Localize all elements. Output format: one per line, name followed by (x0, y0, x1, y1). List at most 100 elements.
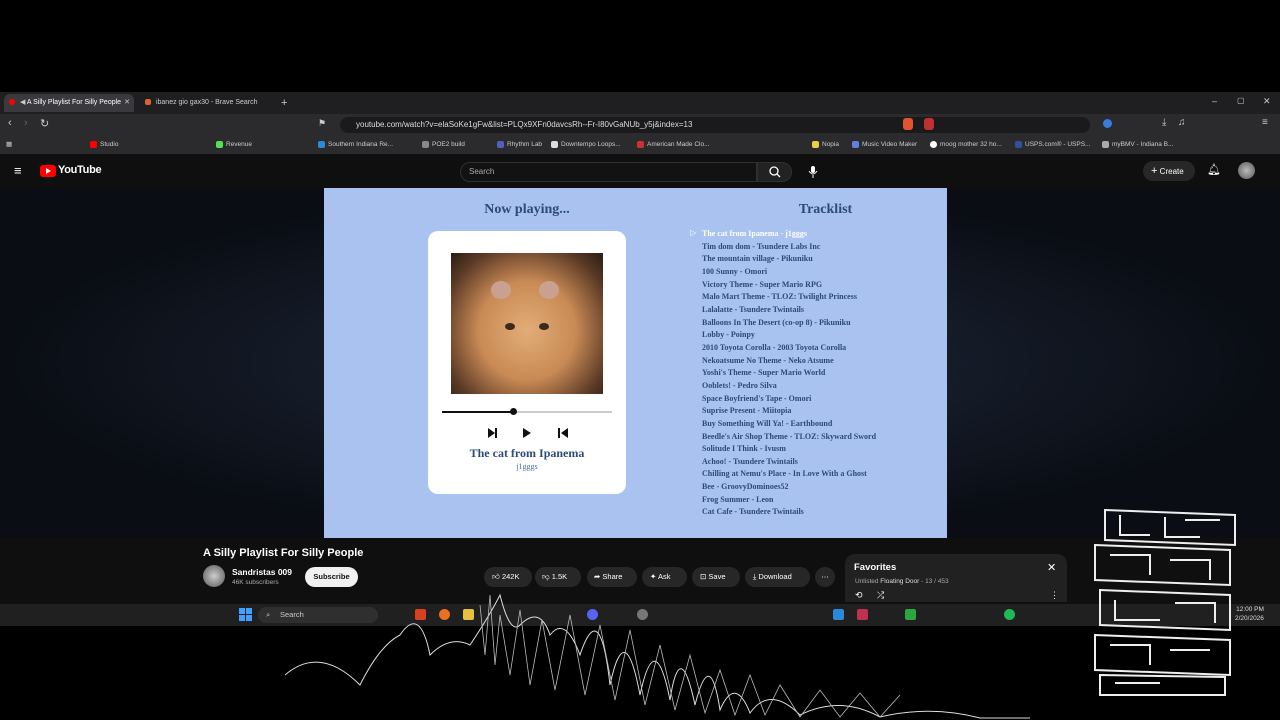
track-item[interactable]: Nekoatsume No Theme - Neko Atsume (702, 355, 876, 368)
cat-ear-left (491, 281, 511, 299)
tab-silly-playlist[interactable]: ◀︎ A Silly Playlist For Silly People ✕ (4, 94, 134, 112)
bookmark-southern-indiana[interactable]: Southern Indiana Re... (318, 136, 393, 154)
bookmark-poe2-build[interactable]: POE2 build (422, 136, 465, 154)
previous-track-icon (558, 428, 568, 438)
song-progress-bar[interactable] (442, 408, 612, 415)
brave-shields-icon[interactable] (903, 118, 913, 130)
taskbar-search-icon: ⌕ (266, 610, 271, 619)
download-icon[interactable]: ⤓ (1162, 117, 1166, 128)
track-item[interactable]: Suprise Present - Miitopia (702, 405, 876, 418)
hamburger-menu-icon[interactable]: ≡ (14, 163, 22, 178)
new-tab-button[interactable]: + (281, 94, 287, 112)
bookmark-mybmv[interactable]: myBMV - Indiana B... (1102, 136, 1173, 154)
track-item[interactable]: 2010 Toyota Corolla - 2003 Toyota Coroll… (702, 342, 876, 355)
music-icon[interactable]: ♫ (1178, 117, 1186, 128)
track-item[interactable]: The cat from Ipanema - j1gggs (702, 228, 876, 241)
bookmark-moog-mother[interactable]: moog mother 32 ho... (930, 136, 1002, 154)
maximize-button[interactable]: ▢ (1237, 96, 1245, 105)
search-input[interactable]: Search (460, 162, 757, 182)
bookmark-icon[interactable]: ⚑ (318, 118, 326, 129)
bookmark-revenue[interactable]: Revenue (216, 136, 252, 154)
track-item[interactable]: Space Boyfriend's Tape - Omori (702, 393, 876, 406)
music-player-card: The cat from Ipanema j1gggs (428, 231, 626, 494)
track-item[interactable]: The mountain village - Pikuniku (702, 253, 876, 266)
next-track-icon (488, 428, 497, 438)
youtube-favicon-icon (9, 99, 15, 106)
bookmark-downtempo-loops[interactable]: Downtempo Loops... (551, 136, 621, 154)
playlist-more-icon[interactable]: ⋮ (1050, 590, 1059, 601)
brave-rewards-icon[interactable] (924, 118, 934, 130)
plus-icon: + (1151, 165, 1158, 177)
track-item[interactable]: Lalalatte - Tsundere Twintails (702, 304, 876, 317)
reload-icon[interactable]: ↻ (40, 117, 49, 130)
search-button[interactable] (757, 162, 792, 182)
subscriber-count: 46K subscribers (232, 579, 279, 586)
song-artist: j1gggs (516, 462, 538, 471)
track-item[interactable]: Balloons In The Desert (co-op 8) - Pikun… (702, 317, 876, 330)
close-window-button[interactable]: ✕ (1263, 96, 1271, 107)
bookmark-studio[interactable]: Studio (90, 136, 118, 154)
bookmark-rhythm-lab[interactable]: Rhythm Lab (497, 136, 542, 154)
notifications-bell-icon[interactable]: 🔔︎ (1207, 163, 1221, 176)
cat-eye-left (505, 323, 515, 330)
video-player[interactable]: Now playing... Tracklist The cat from Ip… (324, 188, 947, 538)
tab-title: A Silly Playlist For Silly People (26, 99, 122, 106)
voice-search-icon[interactable] (806, 164, 820, 180)
progress-fill (442, 411, 514, 413)
bookmark-american-made[interactable]: American Made Clo... (637, 136, 710, 154)
bookmark-usps[interactable]: USPS.com® - USPS... (1015, 136, 1090, 154)
account-avatar[interactable] (1238, 162, 1255, 179)
track-item[interactable]: Victory Theme - Super Mario RPG (702, 279, 876, 292)
url-text: youtube.com/watch?v=elaSoKe1gFw&list=PLQ… (356, 120, 693, 129)
apps-grid-icon[interactable]: ▦ (6, 136, 12, 154)
minimize-button[interactable]: – (1212, 96, 1217, 106)
track-item[interactable]: 100 Sunny - Omori (702, 266, 876, 279)
track-item[interactable]: Achoo! - Tsundere Twintails (702, 456, 876, 469)
address-bar-row: ‹ › ↻ ⚑ youtube.com/watch?v=elaSoKe1gFw&… (0, 114, 1280, 136)
isometric-maze-graphic (1094, 508, 1236, 696)
progress-knob[interactable] (510, 408, 518, 415)
track-item[interactable]: Malo Mart Theme - TLOZ: Twilight Princes… (702, 291, 876, 304)
tab-title: ibanez gio gax30 - Brave Search (155, 99, 258, 106)
youtube-logo-icon[interactable] (40, 165, 56, 177)
track-item[interactable]: Cat Cafe - Tsundere Twintails (702, 506, 876, 519)
track-item[interactable]: Buy Something Will Ya! - Earthbound (702, 418, 876, 431)
create-button[interactable]: + Create (1143, 161, 1195, 181)
bookmarks-bar: ▦ Studio Revenue Southern Indiana Re... … (0, 136, 1280, 154)
track-item[interactable]: Bee - GroovyDominoes52 (702, 481, 876, 494)
playback-controls (488, 428, 568, 438)
forward-icon[interactable]: › (24, 117, 28, 129)
windows-start-icon[interactable] (239, 608, 252, 621)
cat-ear-right (539, 281, 559, 299)
track-item[interactable]: Chilling at Nemu's Place - In Love With … (702, 468, 876, 481)
track-item[interactable]: Yoshi's Theme - Super Mario World (702, 367, 876, 380)
video-title: A Silly Playlist For Silly People (203, 547, 364, 559)
playlist-title: Favorites (854, 562, 897, 573)
extension-icon[interactable] (1103, 119, 1112, 128)
search-icon (769, 166, 781, 178)
speaker-icon: ◀︎ (19, 99, 26, 106)
channel-avatar[interactable] (203, 565, 225, 587)
youtube-logo-text[interactable]: YouTube (58, 164, 102, 176)
close-playlist-icon[interactable]: ✕ (1047, 561, 1056, 574)
track-item[interactable]: Frog Summer - Leon (702, 494, 876, 507)
cat-eye-right (539, 323, 549, 330)
bookmark-music-video-maker[interactable]: Music Video Maker (852, 136, 917, 154)
tracklist-heading: Tracklist (798, 202, 853, 217)
track-item[interactable]: Ooblets! - Pedro Silva (702, 380, 876, 393)
current-track-play-icon: ▷ (690, 228, 697, 237)
brave-favicon-icon (145, 99, 151, 106)
bookmark-nopia[interactable]: Nopia (812, 136, 839, 154)
track-item[interactable]: Beedle's Air Shop Theme - TLOZ: Skyward … (702, 431, 876, 444)
close-tab-icon[interactable]: ✕ (124, 94, 130, 112)
menu-icon[interactable]: ≡ (1262, 117, 1268, 128)
url-field[interactable]: youtube.com/watch?v=elaSoKe1gFw&list=PLQ… (340, 117, 1090, 133)
tab-brave-search[interactable]: ibanez gio gax30 - Brave Search (140, 94, 270, 112)
track-item[interactable]: Solitude I Think - Ivusm (702, 443, 876, 456)
track-item[interactable]: Tim dom dom - Tsundere Labs Inc (702, 241, 876, 254)
back-icon[interactable]: ‹ (8, 117, 12, 129)
play-icon (523, 428, 531, 438)
track-item[interactable]: Lobby - Poinpy (702, 329, 876, 342)
tracklist: The cat from Ipanema - j1gggs Tim dom dom… (702, 228, 876, 519)
audio-waveform-overlay (284, 593, 1030, 719)
